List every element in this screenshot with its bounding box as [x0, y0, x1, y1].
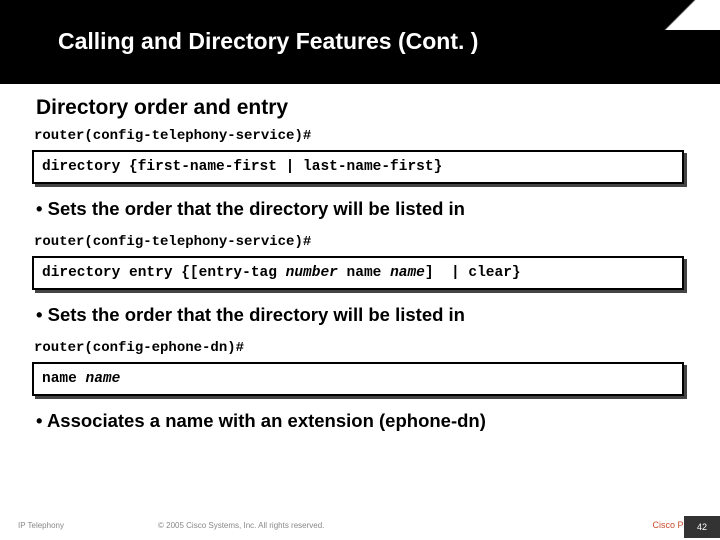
bullet-1: Sets the order that the directory will b…: [36, 198, 686, 220]
prompt-1: router(config-telephony-service)#: [34, 128, 686, 144]
section-subtitle: Directory order and entry: [36, 96, 686, 120]
corner-decoration: [640, 0, 720, 30]
slide-title: Calling and Directory Features (Cont. ): [58, 28, 720, 55]
page-number: 42: [684, 516, 720, 538]
prompt-3: router(config-ephone-dn)#: [34, 340, 686, 356]
command-box-3: name name: [32, 362, 684, 396]
command-box-2: directory entry {[entry-tag number name …: [32, 256, 684, 290]
prompt-2: router(config-telephony-service)#: [34, 234, 686, 250]
footer-copyright: © 2005 Cisco Systems, Inc. All rights re…: [158, 521, 602, 530]
slide-footer: IP Telephony © 2005 Cisco Systems, Inc. …: [0, 510, 720, 540]
bullet-3: Associates a name with an extension (eph…: [36, 410, 686, 432]
bullet-2: Sets the order that the directory will b…: [36, 304, 686, 326]
footer-tag: IP Telephony: [18, 521, 158, 530]
command-box-1: directory {first-name-first | last-name-…: [32, 150, 684, 184]
slide-header: Calling and Directory Features (Cont. ): [0, 0, 720, 84]
slide-content: Directory order and entry router(config-…: [0, 84, 720, 432]
